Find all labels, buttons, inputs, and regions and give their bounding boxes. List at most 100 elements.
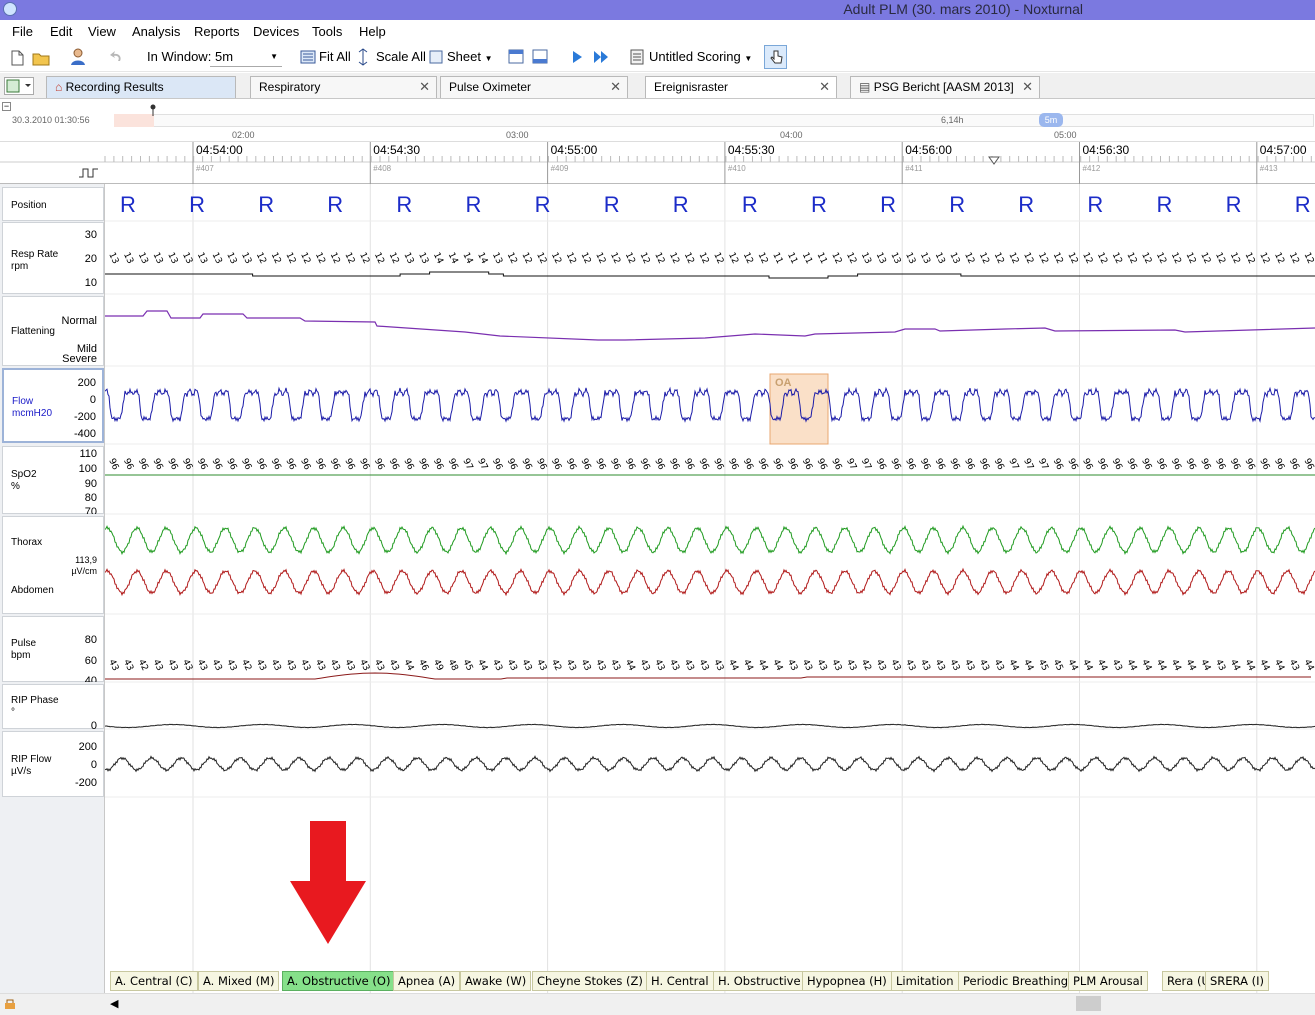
channel-label-rip-phase[interactable]: RIP Phase ° 0 (2, 684, 104, 729)
channel-label-flattening[interactable]: Flattening Normal Mild Severe (2, 296, 104, 366)
pulse-value: 43 (121, 658, 135, 673)
title-bar: Adult PLM (30. mars 2010) - Noxturnal (0, 0, 1315, 20)
close-icon[interactable]: ✕ (1022, 77, 1033, 97)
cursor-marker-icon[interactable] (988, 156, 1000, 166)
scoring-label: Untitled Scoring (649, 49, 741, 64)
pointer-tool-button[interactable] (764, 45, 787, 69)
resp-rate-value: 12 (1095, 251, 1109, 266)
layout-bottom-icon[interactable] (532, 49, 548, 69)
scroll-left-icon[interactable]: ◀ (110, 997, 118, 1010)
tab-respiratory[interactable]: Respiratory ✕ (250, 76, 437, 98)
tab-ereignisraster[interactable]: Ereignisraster ✕ (645, 76, 837, 98)
pulse-value: 44 (1139, 658, 1153, 673)
event-type-button[interactable]: PLM Arousal (1068, 971, 1148, 991)
menu-devices[interactable]: Devices (253, 24, 299, 39)
scrollbar-thumb[interactable] (1076, 996, 1101, 1011)
resp-rate-value: 12 (519, 251, 533, 266)
resp-rate-value: 12 (1198, 251, 1212, 266)
in-window-select[interactable]: 5m ▼ (210, 47, 282, 67)
event-type-button[interactable]: A. Mixed (M) (198, 971, 280, 991)
ruler-time-label: 04:54:30 (373, 143, 420, 157)
close-icon[interactable]: ✕ (419, 77, 430, 97)
position-value: R (535, 192, 551, 217)
channel-label-pulse[interactable]: Pulse bpm 80 60 40 (2, 616, 104, 682)
menu-reports[interactable]: Reports (194, 24, 240, 39)
spo2-value: 96 (1080, 457, 1094, 472)
tab-menu-button[interactable] (4, 77, 34, 95)
event-type-button[interactable]: H. Obstructive (713, 971, 806, 991)
position-marker-icon[interactable] (149, 104, 157, 116)
channel-unit: rpm (11, 261, 29, 272)
event-type-button[interactable]: Periodic Breathing (958, 971, 1074, 991)
event-type-button[interactable]: A. Obstructive (O) (282, 971, 396, 991)
menu-edit[interactable]: Edit (50, 24, 72, 39)
overview-track[interactable] (114, 114, 1314, 127)
resp-rate-value: 12 (638, 251, 652, 266)
scale-label: 80 (84, 634, 97, 646)
overview-window[interactable] (114, 114, 154, 127)
marker-icon[interactable] (3, 997, 17, 1011)
epoch-label: #410 (728, 164, 746, 173)
close-icon[interactable]: ✕ (819, 77, 830, 97)
event-type-button[interactable]: Apnea (A) (393, 971, 461, 991)
pulse-value: 43 (151, 658, 165, 673)
event-type-button[interactable]: H. Central (646, 971, 714, 991)
new-document-icon[interactable] (10, 50, 24, 70)
scale-label: 30 (84, 229, 97, 241)
channel-label-thorax-abdomen[interactable]: Thorax 113,9 µV/cm Abdomen (2, 516, 104, 614)
spo2-value: 96 (1154, 457, 1168, 472)
play-icon[interactable] (571, 50, 583, 70)
time-ruler[interactable]: 04:54:00 #407 04:54:30 #408 04:55:00 #409 04:5… (0, 142, 1315, 184)
position-value: R (258, 192, 274, 217)
channel-label-flow[interactable]: Flow mcmH20 200 0 -200 -400 (2, 368, 104, 443)
channel-name: Resp Rate (11, 249, 59, 260)
spo2-value: 96 (446, 457, 460, 472)
event-type-button[interactable]: Awake (W) (460, 971, 532, 991)
menu-tools[interactable]: Tools (312, 24, 342, 39)
scale-all-button[interactable]: Scale All (376, 47, 426, 67)
spo2-value: 96 (1124, 457, 1138, 472)
spo2-value: 96 (1243, 457, 1257, 472)
channel-label-position[interactable]: Position (2, 187, 104, 221)
spo2-value: 96 (210, 457, 224, 472)
epoch-label: #409 (551, 164, 569, 173)
fast-forward-icon[interactable] (593, 50, 609, 70)
menu-help[interactable]: Help (359, 24, 386, 39)
chevron-down-icon: ▼ (270, 52, 278, 61)
tab-pulse-oximeter[interactable]: Pulse Oximeter ✕ (440, 76, 628, 98)
menu-file[interactable]: File (12, 24, 33, 39)
event-type-button[interactable]: A. Central (C) (110, 971, 198, 991)
tab-recording-results[interactable]: ⌂ Recording Results (46, 76, 236, 98)
close-icon[interactable]: ✕ (610, 77, 621, 97)
channel-label-spo2[interactable]: SpO2 % 110 100 90 80 70 (2, 446, 104, 514)
scale-all-icon (358, 48, 368, 66)
event-type-button[interactable]: Cheyne Stokes (Z) (532, 971, 648, 991)
fit-all-button[interactable]: Fit All (319, 47, 351, 67)
open-folder-icon[interactable] (32, 50, 50, 70)
event-type-button[interactable]: Limitation (891, 971, 959, 991)
horizontal-scrollbar[interactable] (122, 996, 1312, 1011)
patient-icon[interactable] (70, 48, 86, 68)
resp-rate-value: 12 (697, 251, 711, 266)
menu-view[interactable]: View (88, 24, 116, 39)
position-value: R (880, 192, 896, 217)
signal-plot-area[interactable]: R R R R R R R R R R R R R R R R R R13 13 13 13 13 13 13 13 13 13 12… (105, 184, 1315, 995)
overview-strip[interactable]: − 30.3.2010 01:30:56 02:00 03:00 04:00 0… (0, 100, 1315, 142)
pulse-value: 43 (992, 658, 1006, 673)
undo-icon[interactable] (108, 49, 124, 69)
menu-analysis[interactable]: Analysis (132, 24, 180, 39)
layout-top-icon[interactable] (508, 49, 524, 69)
pulse-value: 43 (888, 658, 902, 673)
event-type-button[interactable]: Hypopnea (H) (802, 971, 892, 991)
tab-psg-bericht[interactable]: ▤ PSG Bericht [AASM 2013] ✕ (850, 76, 1040, 98)
sheet-button[interactable]: Sheet ▼ (447, 47, 493, 67)
resp-rate-value: 12 (1213, 251, 1227, 266)
channel-label-rip-flow[interactable]: RIP Flow µV/s 200 0 -200 (2, 731, 104, 797)
scoring-select[interactable]: Untitled Scoring ▼ (649, 47, 752, 67)
channel-label-resp-rate[interactable]: Resp Rate rpm 30 20 10 (2, 222, 104, 294)
event-type-button[interactable]: SRERA (I) (1205, 971, 1269, 991)
position-value: R (673, 192, 689, 217)
collapse-icon[interactable]: − (2, 102, 11, 111)
window-size-badge[interactable]: 5m (1039, 113, 1063, 127)
position-value: R (1087, 192, 1103, 217)
